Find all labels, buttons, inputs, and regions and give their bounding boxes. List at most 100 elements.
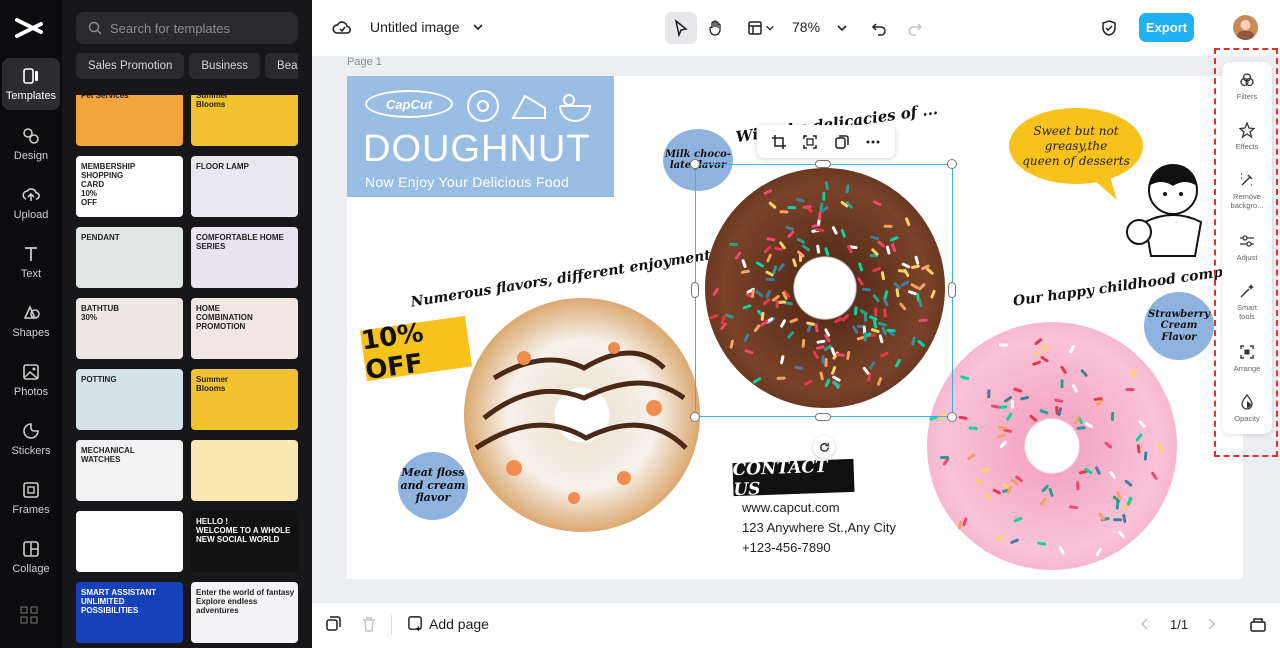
opacity-button[interactable]: Opacity [1222,388,1272,438]
replace-icon[interactable] [802,134,818,150]
template-thumbnail[interactable]: MEMBERSHIP SHOPPING CARD 10% OFF [76,156,183,217]
duplicate-icon[interactable] [834,134,850,150]
doughnut-banner[interactable]: CapCut DOUGHNUT Now Enjoy Your Delicious… [347,76,614,197]
sidebar-item-stickers[interactable]: Stickers [2,413,60,465]
previous-page-icon[interactable] [1138,617,1152,631]
select-tool-button[interactable] [665,12,697,44]
template-thumbnail[interactable]: PENDANT [76,227,183,288]
delete-page-icon[interactable] [360,615,378,633]
adjust-button[interactable]: Adjust [1222,227,1272,277]
tool-label: Remove backgro... [1230,192,1264,210]
girl-illustration[interactable] [1121,152,1221,264]
zoom-chevron-icon[interactable] [836,22,848,34]
rotate-button[interactable] [813,436,835,458]
category-chip[interactable]: Business [189,53,261,79]
sidebar-item-upload[interactable]: Upload [2,177,60,229]
sprinkle [1110,411,1115,421]
sprinkle [998,343,1008,347]
sidebar-item-text[interactable]: Text [2,236,60,288]
resize-handle[interactable] [815,413,831,421]
resize-handle[interactable] [691,282,699,298]
sidebar-item-templates[interactable]: Templates [2,58,60,110]
design-page[interactable]: CapCut DOUGHNUT Now Enjoy Your Delicious… [347,76,1243,579]
page-label: Page 1 [347,56,382,68]
sidebar-item-shapes[interactable]: Shapes [2,295,60,347]
resize-handle[interactable] [947,159,957,169]
template-thumbnail[interactable]: COMFORTABLE HOME SERIES [191,227,298,288]
contact-website[interactable]: www.capcut.com [742,500,840,515]
smart-tools-button[interactable]: Smart tools [1222,277,1272,327]
crop-icon[interactable] [771,134,787,150]
template-thumbnail[interactable] [191,440,298,501]
template-thumbnail[interactable]: POTTING [76,369,183,430]
headline-right[interactable]: Our happy childhood companion [1012,258,1243,309]
export-button[interactable]: Export [1139,13,1194,42]
discount-tag[interactable]: 10% OFF [359,315,473,386]
resize-handle[interactable] [815,160,831,168]
document-title[interactable]: Untitled image [370,19,460,35]
template-thumbnail[interactable]: HOME COMBINATION PROMOTION [191,298,298,359]
search-icon [88,21,102,35]
contact-address[interactable]: 123 Anywhere St.,Any City [742,520,896,535]
template-thumbnail[interactable]: Pet Services [76,95,183,146]
sprinkle [962,517,968,527]
cloud-save-icon[interactable] [332,18,352,38]
search-placeholder: Search for templates [110,20,230,36]
filters-button[interactable]: Filters [1222,66,1272,116]
undo-button[interactable] [863,12,895,44]
effects-button[interactable]: Effects [1222,116,1272,166]
template-thumbnail[interactable] [76,511,183,572]
contact-phone[interactable]: +123-456-7890 [742,540,831,555]
category-chips: Sales PromotionBusinessBeauty [76,53,298,79]
shield-button[interactable] [1093,12,1125,44]
template-thumbnail[interactable]: Summer Blooms [191,369,298,430]
white-chocolate-donut[interactable] [464,298,700,532]
search-input[interactable]: Search for templates [76,12,298,44]
chevron-down-icon [766,25,774,31]
more-apps-icon[interactable] [19,605,39,625]
category-chip[interactable]: Sales Promotion [76,53,185,79]
redo-button[interactable] [899,12,931,44]
add-page-button[interactable]: Add page [407,615,489,632]
meat-floss-badge[interactable]: Meat floss and cream flavor [398,452,468,520]
chevron-down-icon[interactable] [472,21,484,33]
template-thumbnail[interactable]: MECHANICAL WATCHES [76,440,183,501]
capcut-logo[interactable] [13,14,49,42]
sprinkle [1033,349,1042,356]
sidebar-item-frames[interactable]: Frames [2,472,60,524]
pink-strawberry-donut[interactable] [927,322,1177,570]
resize-handle[interactable] [690,159,700,169]
selection-box[interactable] [695,164,953,417]
remove-background-button[interactable]: Remove backgro... [1222,166,1272,216]
next-page-icon[interactable] [1204,617,1218,631]
resize-handle[interactable] [948,282,956,298]
hand-tool-button[interactable] [700,12,732,44]
template-thumbnail[interactable]: BATHTUB 30% [76,298,183,359]
template-thumbnail[interactable]: Enter the world of fantasy Explore endle… [191,582,298,643]
arrange-button[interactable]: Arrange [1222,338,1272,388]
sprinkle [1010,399,1015,409]
template-thumbnail[interactable]: Summer Blooms [191,95,298,146]
contact-us-label[interactable]: CONTACT US [732,456,855,500]
zoom-level[interactable]: 78% [792,19,820,35]
sidebar-item-photos[interactable]: Photos [2,354,60,406]
sprinkle [1040,497,1047,506]
resize-handle[interactable] [947,412,957,422]
more-options-icon[interactable] [865,134,881,150]
duplicate-page-icon[interactable] [324,615,342,633]
template-thumbnail[interactable]: HELLO ! WELCOME TO A WHOLE NEW SOCIAL WO… [191,511,298,572]
bottom-toolbar: Add page 1/1 [312,603,1280,648]
avatar[interactable] [1233,15,1258,40]
sidebar-item-collage[interactable]: Collage [2,531,60,583]
page-counter: 1/1 [1170,617,1189,632]
sidebar-item-design[interactable]: Design [2,118,60,170]
layout-menu-button[interactable] [742,12,780,44]
template-thumbnail[interactable]: SMART ASSISTANT UNLIMITED POSSIBILITIES [76,582,183,643]
category-chip[interactable]: Beauty [265,53,298,79]
capcut-editor: Templates Design Upload Text Shapes Phot… [0,0,1280,648]
template-thumbnail[interactable]: FLOOR LAMP [191,156,298,217]
resize-handle[interactable] [690,412,700,422]
sidebar-item-label: Text [20,268,42,280]
hand-icon [709,20,721,36]
pages-panel-icon[interactable] [1249,615,1267,633]
